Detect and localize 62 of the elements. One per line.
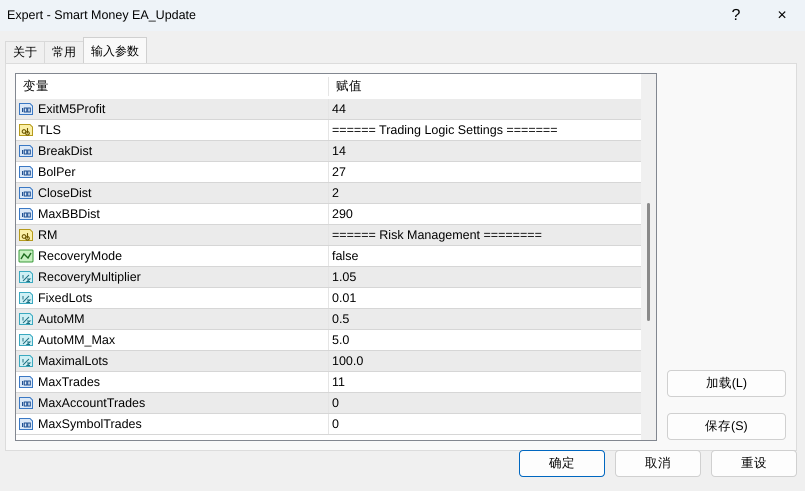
parameter-value[interactable]: 1.05 [329, 268, 356, 286]
parameter-value[interactable]: 14 [329, 142, 346, 160]
parameter-value[interactable]: 2 [329, 184, 339, 202]
parameter-name: AutoMM_Max [38, 332, 116, 349]
number-icon [18, 164, 34, 180]
parameter-value[interactable]: 0.01 [329, 288, 356, 308]
parameter-name: AutoMM [38, 310, 85, 328]
parameter-name: MaxSymbolTrades [38, 416, 142, 433]
number-icon [18, 101, 34, 117]
parameter-value[interactable]: 11 [329, 372, 345, 392]
decimal-icon [18, 353, 34, 369]
parameter-value[interactable]: 5.0 [329, 330, 350, 350]
parameter-value[interactable]: 0 [329, 394, 339, 412]
number-icon [18, 206, 34, 222]
parameter-name: BolPer [38, 164, 76, 181]
parameter-value[interactable]: 0 [329, 414, 339, 434]
parameter-name: RM [38, 226, 58, 244]
number-icon [18, 185, 34, 201]
toggle-icon [18, 248, 34, 264]
number-icon [18, 395, 34, 411]
save-button[interactable]: 保存(S) [666, 413, 786, 440]
parameter-value[interactable]: ====== Risk Management ======== [329, 226, 542, 244]
parameter-name: MaxBBDist [38, 206, 100, 223]
parameter-value[interactable]: ====== Trading Logic Settings ======= [329, 120, 558, 140]
decimal-icon [18, 269, 34, 285]
dialog-button[interactable]: 确定 [519, 450, 605, 477]
parameter-name: CloseDist [38, 184, 92, 202]
parameter-value[interactable]: false [329, 246, 358, 266]
tab[interactable]: 关于 [5, 41, 45, 63]
close-button[interactable]: × [759, 0, 805, 31]
tab[interactable]: 输入参数 [83, 37, 147, 63]
parameter-value[interactable]: 290 [329, 204, 353, 224]
decimal-icon [18, 332, 34, 348]
dialog-button[interactable]: 取消 [615, 450, 701, 477]
parameter-value[interactable]: 0.5 [329, 310, 350, 328]
parameter-name: BreakDist [38, 142, 92, 160]
parameter-name: ExitM5Profit [38, 100, 106, 118]
parameter-value[interactable]: 100.0 [329, 352, 364, 370]
window-title: Expert - Smart Money EA_Update [7, 7, 197, 24]
dialog-button[interactable]: 重设 [711, 450, 797, 477]
number-icon [18, 143, 34, 159]
parameter-value[interactable]: 27 [329, 162, 346, 182]
help-button[interactable]: ? [713, 0, 759, 31]
parameter-name: RecoveryMode [38, 248, 122, 265]
load-button[interactable]: 加载(L) [666, 370, 786, 397]
parameter-name: MaxTrades [38, 374, 100, 391]
parameter-name: TLS [38, 122, 61, 139]
parameter-name: RecoveryMultiplier [38, 268, 141, 286]
decimal-icon [18, 311, 34, 327]
parameter-name: MaximalLots [38, 352, 108, 370]
number-icon [18, 374, 34, 390]
text-icon [18, 227, 34, 243]
parameter-name: FixedLots [38, 290, 92, 307]
column-header[interactable]: 变量 [16, 79, 49, 94]
parameter-value[interactable]: 44 [329, 100, 346, 118]
text-icon [18, 122, 34, 138]
scrollbar-thumb[interactable] [646, 203, 650, 321]
parameter-name: MaxAccountTrades [38, 394, 146, 412]
scrollbar[interactable] [640, 74, 656, 440]
column-header[interactable]: 赋值 [329, 79, 362, 94]
decimal-icon [18, 290, 34, 306]
number-icon [18, 416, 34, 432]
